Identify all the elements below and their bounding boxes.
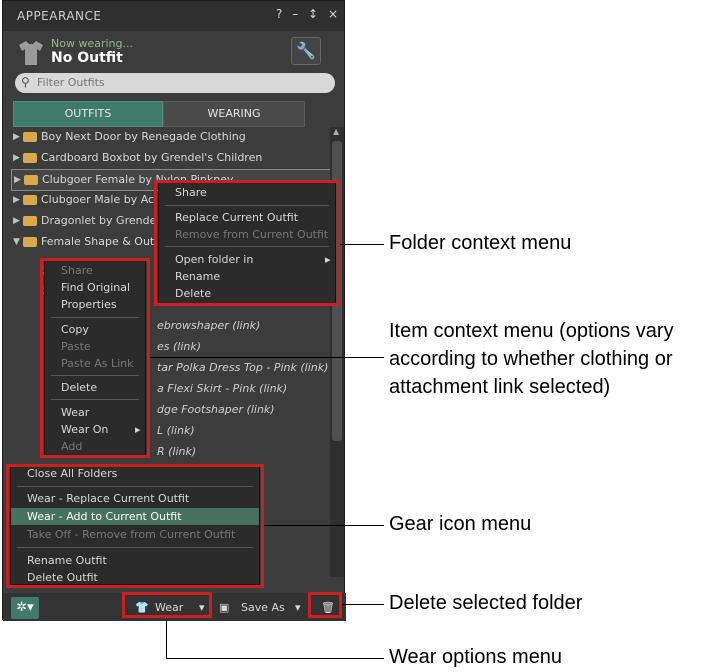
callout-wear-options: Wear options menu	[389, 646, 563, 668]
list-item[interactable]: tar Polka Dress Top - Pink (link)	[157, 361, 328, 374]
wrench-icon[interactable]: 🔧	[291, 37, 321, 65]
shirt-icon	[19, 41, 43, 65]
save-as-button[interactable]: Save As	[241, 601, 285, 614]
list-item[interactable]: L (link)	[157, 424, 195, 437]
gear-menu-highlight-box	[6, 464, 264, 588]
collapse-arrow-icon[interactable]: ▼	[13, 232, 20, 252]
help-icon[interactable]: ?	[276, 7, 282, 21]
gear-icon[interactable]: ✲▾	[11, 597, 39, 619]
folder-row[interactable]: ▶ Boy Next Door by Renegade Clothing	[11, 127, 329, 147]
filter-placeholder: Filter Outfits	[37, 76, 105, 89]
search-icon: ⚲	[21, 75, 30, 89]
title-bar: APPEARANCE ? – ↕ ×	[3, 1, 344, 31]
folder-label: Dragonlet by Grende	[41, 214, 157, 227]
callout-line	[340, 244, 384, 245]
callout-line	[166, 618, 167, 658]
callout-line	[342, 604, 384, 605]
folder-icon	[24, 175, 38, 185]
callout-item-menu-line1: Item context menu (options vary	[389, 320, 674, 342]
now-wearing-label: Now wearing...	[51, 37, 133, 50]
save-icon: ▣	[219, 601, 230, 614]
folder-row[interactable]: ▶ Cardboard Boxbot by Grendel's Children	[11, 148, 329, 168]
expand-arrow-icon[interactable]: ▶	[13, 127, 20, 147]
minimize-icon[interactable]: –	[292, 7, 298, 21]
callout-gear-menu: Gear icon menu	[389, 513, 532, 535]
filter-outfits-input[interactable]: ⚲ Filter Outfits	[15, 73, 335, 93]
current-outfit-name: No Outfit	[51, 50, 123, 66]
list-item[interactable]: R (link)	[157, 445, 196, 458]
callout-line	[150, 357, 384, 358]
list-item[interactable]: a Flexi Skirt - Pink (link)	[157, 382, 287, 395]
list-item[interactable]: es (link)	[157, 340, 201, 353]
expand-arrow-icon[interactable]: ▶	[14, 170, 21, 190]
folder-label: Clubgoer Male by Ac	[41, 193, 155, 206]
delete-button-highlight-box	[308, 592, 342, 618]
expand-arrow-icon[interactable]: ▶	[13, 148, 20, 168]
callout-folder-menu: Folder context menu	[389, 232, 572, 254]
folder-icon	[23, 153, 37, 163]
folder-menu-highlight-box	[154, 180, 340, 306]
expand-arrow-icon[interactable]: ▶	[13, 190, 20, 210]
callout-delete-folder: Delete selected folder	[389, 592, 583, 614]
save-as-dropdown-icon[interactable]: ▾	[295, 601, 301, 614]
window-title: APPEARANCE	[17, 9, 102, 23]
close-icon[interactable]: ×	[328, 7, 338, 21]
item-menu-highlight-box	[40, 258, 150, 458]
folder-icon	[23, 216, 37, 226]
scroll-up-icon[interactable]: ▲	[333, 127, 339, 136]
folder-label: Cardboard Boxbot by Grendel's Children	[41, 151, 263, 164]
list-item[interactable]: ebrowshaper (link)	[157, 319, 260, 332]
callout-item-menu-line3: attachment link selected)	[389, 376, 611, 398]
tab-outfits[interactable]: OUTFITS	[13, 101, 163, 127]
folder-label: Female Shape & Out	[41, 235, 155, 248]
folder-icon	[23, 132, 37, 142]
callout-line	[166, 658, 384, 659]
folder-label: Boy Next Door by Renegade Clothing	[41, 130, 246, 143]
callout-item-menu-line2: according to whether clothing or	[389, 348, 673, 370]
callout-line	[264, 525, 384, 526]
window-controls: ? – ↕ ×	[270, 7, 338, 21]
wear-button-highlight-box	[122, 592, 212, 618]
folder-icon	[23, 195, 37, 205]
dock-icon[interactable]: ↕	[308, 7, 318, 21]
list-item[interactable]: dge Footshaper (link)	[157, 403, 275, 416]
folder-icon	[23, 237, 37, 247]
expand-arrow-icon[interactable]: ▶	[13, 211, 20, 231]
tab-wearing[interactable]: WEARING	[163, 101, 305, 127]
